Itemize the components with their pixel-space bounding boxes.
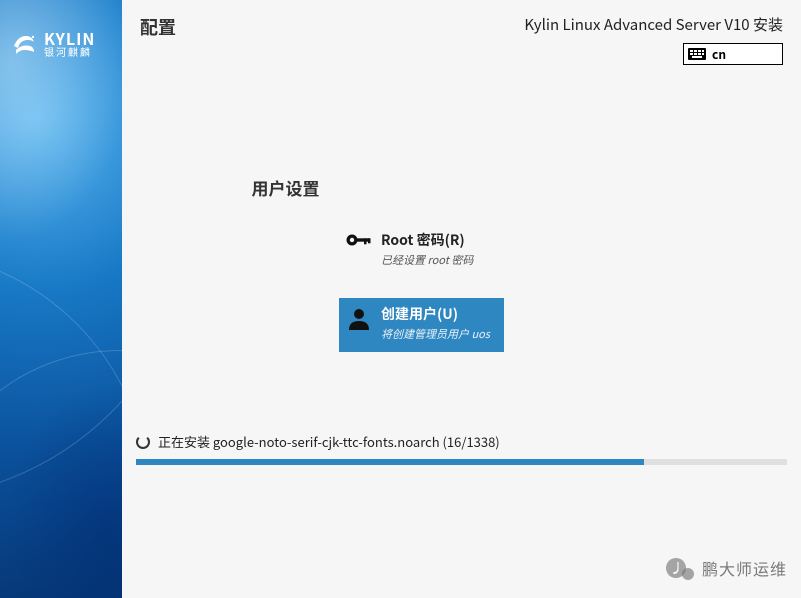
- key-icon: [345, 230, 373, 248]
- page-title: 配置: [140, 14, 176, 65]
- keyboard-icon: [688, 48, 706, 60]
- spinner-icon: [136, 435, 150, 449]
- user-icon: [345, 304, 373, 330]
- root-password-status: 已经设置 root 密码: [381, 252, 473, 268]
- root-password-title: Root 密码(R): [381, 230, 473, 250]
- keyboard-layout-selector[interactable]: cn: [683, 43, 783, 65]
- progress-bar: [136, 459, 787, 465]
- sidebar-brand-panel: KYLIN 银河麒麟: [0, 0, 122, 598]
- create-user-spoke[interactable]: 创建用户(U) 将创建管理员用户 uos: [339, 298, 504, 352]
- root-password-spoke[interactable]: Root 密码(R) 已经设置 root 密码: [339, 224, 504, 278]
- kylin-logo-icon: [10, 28, 40, 58]
- create-user-status: 将创建管理员用户 uos: [381, 326, 490, 342]
- progress-fill: [136, 459, 644, 465]
- progress-text: 正在安装 google-noto-serif-cjk-ttc-fonts.noa…: [158, 432, 500, 451]
- user-settings-heading: 用户设置: [252, 175, 592, 200]
- watermark-text: 鹏大师运维: [702, 556, 787, 580]
- installer-title: Kylin Linux Advanced Server V10 安装: [524, 14, 783, 35]
- create-user-title: 创建用户(U): [381, 304, 490, 324]
- kylin-logo: KYLIN 银河麒麟: [10, 28, 95, 58]
- main-content: 配置 Kylin Linux Advanced Server V10 安装 cn…: [122, 0, 801, 598]
- keyboard-layout-code: cn: [712, 46, 726, 63]
- watermark: 鹏大师运维: [666, 554, 787, 582]
- wechat-icon: [666, 554, 694, 582]
- brand-name-cn: 银河麒麟: [44, 47, 95, 57]
- install-progress: 正在安装 google-noto-serif-cjk-ttc-fonts.noa…: [136, 432, 787, 465]
